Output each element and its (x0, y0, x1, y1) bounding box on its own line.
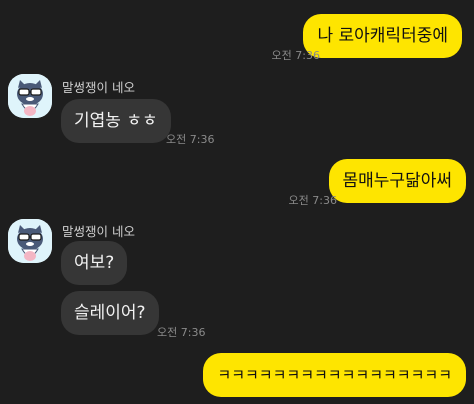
outgoing-message-bubble[interactable]: ㅋㅋㅋㅋㅋㅋㅋㅋㅋㅋㅋㅋㅋㅋㅋㅋㅋ (203, 353, 466, 397)
incoming-message-bubble[interactable]: 슬레이어? (61, 291, 159, 335)
sender-name: 말썽쟁이 네오 (62, 224, 135, 239)
message-text: 몸매누구닮아써 (342, 171, 452, 191)
message-text: 기엽농 ㅎㅎ (74, 111, 158, 131)
message-timestamp: 오전 7:36 (157, 326, 206, 339)
incoming-message-bubble[interactable]: 여보? (61, 241, 128, 285)
message-text: 여보? (74, 253, 115, 273)
sender-avatar[interactable] (8, 219, 52, 263)
sender-avatar[interactable] (8, 74, 52, 118)
message-text: ㅋㅋㅋㅋㅋㅋㅋㅋㅋㅋㅋㅋㅋㅋㅋㅋㅋ (217, 366, 452, 384)
message-timestamp: 오전 7:36 (166, 133, 215, 146)
outgoing-message-bubble[interactable]: 나 로아캐릭터중에 (303, 14, 462, 58)
neo-cat-character-icon (8, 74, 52, 118)
message-text: 슬레이어? (74, 303, 146, 323)
message-timestamp: 오전 7:36 (288, 194, 337, 207)
sender-name: 말썽쟁이 네오 (62, 80, 135, 95)
message-timestamp: 오전 7:36 (271, 49, 320, 62)
message-text: 나 로아캐릭터중에 (317, 26, 448, 46)
incoming-message-bubble[interactable]: 기엽농 ㅎㅎ (61, 99, 171, 143)
outgoing-message-bubble[interactable]: 몸매누구닮아써 (328, 159, 466, 203)
neo-cat-character-icon (8, 219, 52, 263)
